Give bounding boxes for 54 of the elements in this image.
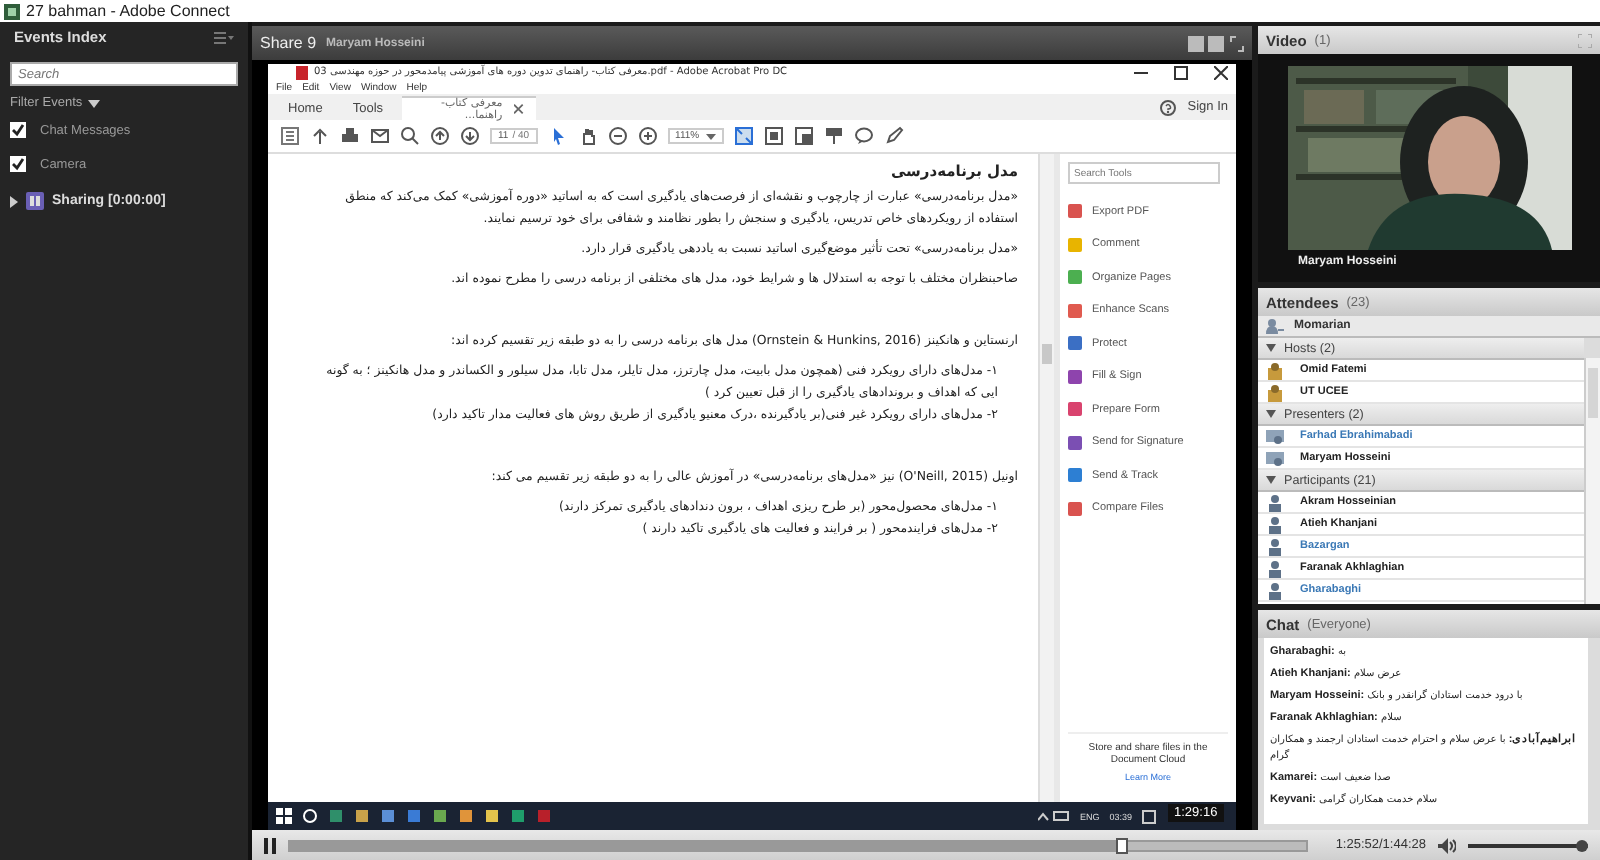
- caret-icon[interactable]: [1266, 476, 1276, 484]
- search-icon[interactable]: [400, 126, 420, 146]
- volume-icon[interactable]: [1438, 837, 1456, 853]
- checkbox[interactable]: [10, 156, 26, 172]
- app-icon: [4, 3, 20, 19]
- volume-handle[interactable]: [1576, 839, 1588, 851]
- presenter-icon: [1266, 427, 1284, 445]
- checkbox[interactable]: [10, 122, 26, 138]
- participant-icon: [1266, 515, 1284, 533]
- menu-icon[interactable]: [214, 31, 234, 43]
- participant-icon: [1266, 581, 1284, 599]
- pen-icon[interactable]: [883, 126, 904, 146]
- caret-icon[interactable]: [705, 133, 716, 139]
- pages-icon[interactable]: [280, 126, 300, 146]
- caret-icon[interactable]: [1266, 344, 1276, 352]
- window-title: 27 bahman - Adobe Connect: [26, 2, 230, 20]
- close-icon[interactable]: [514, 104, 524, 114]
- progress-handle[interactable]: [1116, 837, 1129, 853]
- help-icon[interactable]: [1159, 99, 1176, 115]
- caret-icon[interactable]: [10, 195, 18, 207]
- fullscreen-icon[interactable]: [793, 126, 814, 146]
- fit-width-icon[interactable]: [763, 126, 784, 146]
- participant-icon: [1266, 493, 1284, 511]
- layout-icon[interactable]: [1188, 35, 1244, 51]
- windows-icon[interactable]: [276, 808, 292, 824]
- caret-icon[interactable]: [88, 99, 101, 107]
- presentation-icon[interactable]: [823, 126, 844, 146]
- maximize-icon[interactable]: [1174, 65, 1188, 79]
- presenter-icon: [1266, 449, 1284, 467]
- host-icon: [1266, 383, 1284, 401]
- close-icon[interactable]: [1214, 65, 1228, 79]
- mail-icon[interactable]: [370, 126, 390, 146]
- share-icon: [26, 192, 44, 210]
- up-arrow-icon[interactable]: [430, 126, 450, 146]
- user-icon: [1266, 318, 1284, 334]
- pdf-icon: [296, 65, 308, 79]
- search-icon[interactable]: [302, 808, 318, 824]
- participant-icon: [1266, 559, 1284, 577]
- host-icon: [1266, 361, 1284, 379]
- caret-icon[interactable]: [1266, 410, 1276, 418]
- scrollbar[interactable]: [1584, 358, 1600, 604]
- participant-icon: [1266, 537, 1284, 555]
- comment-icon[interactable]: [853, 126, 874, 146]
- print-icon[interactable]: [340, 126, 360, 146]
- notification-icon[interactable]: [1142, 809, 1156, 823]
- zoom-in-icon[interactable]: [637, 126, 658, 146]
- down-arrow-icon[interactable]: [460, 126, 480, 146]
- scrollbar[interactable]: [1038, 154, 1054, 802]
- fit-page-icon[interactable]: [733, 126, 754, 146]
- zoom-out-icon[interactable]: [607, 126, 628, 146]
- tray-icon: [1037, 810, 1070, 822]
- upload-icon[interactable]: [310, 126, 330, 146]
- pod-title: Share 9: [260, 34, 317, 52]
- pause-icon[interactable]: [264, 837, 276, 853]
